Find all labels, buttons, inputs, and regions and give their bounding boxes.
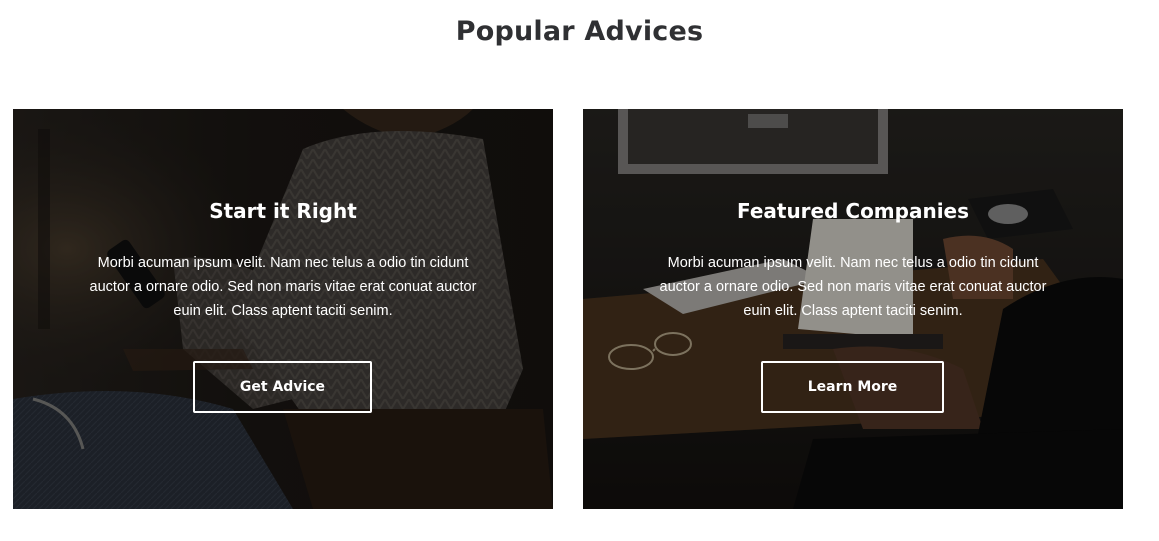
advice-card-featured-companies: Featured Companies Morbi acuman ipsum ve… xyxy=(583,109,1123,509)
card-content: Featured Companies Morbi acuman ipsum ve… xyxy=(583,109,1123,509)
card-description: Morbi acuman ipsum velit. Nam nec telus … xyxy=(89,255,477,319)
card-description: Morbi acuman ipsum velit. Nam nec telus … xyxy=(659,255,1047,319)
card-content: Start it Right Morbi acuman ipsum velit.… xyxy=(13,109,553,509)
learn-more-button[interactable]: Learn More xyxy=(761,361,944,413)
card-title: Featured Companies xyxy=(736,199,970,223)
advice-card-start-it-right: Start it Right Morbi acuman ipsum velit.… xyxy=(13,109,553,509)
get-advice-button[interactable]: Get Advice xyxy=(193,361,372,413)
card-title: Start it Right xyxy=(209,199,357,223)
section-title: Popular Advices xyxy=(455,16,704,47)
